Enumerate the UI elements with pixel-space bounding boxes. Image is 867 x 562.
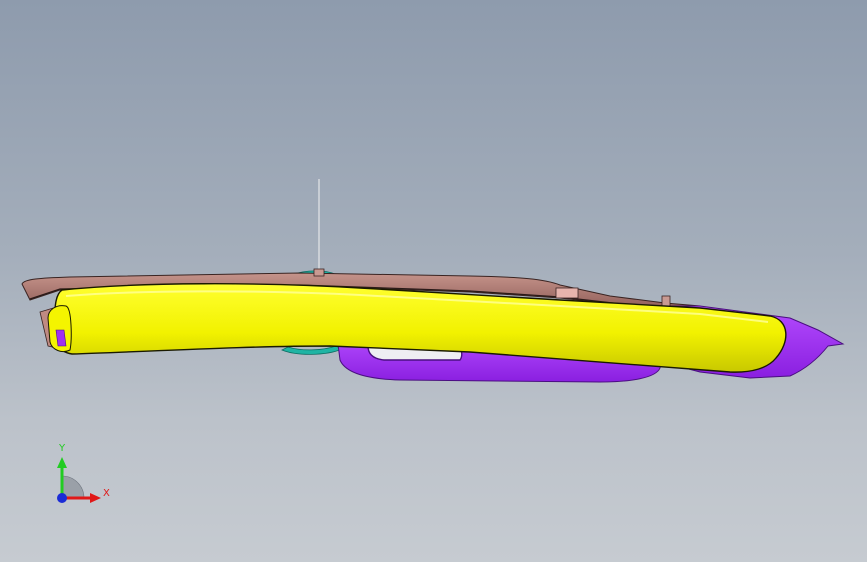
coordinate-triad xyxy=(57,457,101,503)
y-arrow-head xyxy=(57,457,67,468)
y-axis-label: Y xyxy=(59,443,66,454)
x-arrow-head xyxy=(90,493,101,503)
purple-left-tip xyxy=(55,329,67,347)
z-axis-dot xyxy=(57,493,67,503)
model-canvas[interactable] xyxy=(0,0,867,562)
x-axis-label: X xyxy=(103,488,110,499)
teal-ring-lower xyxy=(281,345,343,355)
housing-clip xyxy=(555,287,579,299)
housing-tab xyxy=(313,268,325,277)
cad-viewport[interactable]: Y X xyxy=(0,0,867,562)
